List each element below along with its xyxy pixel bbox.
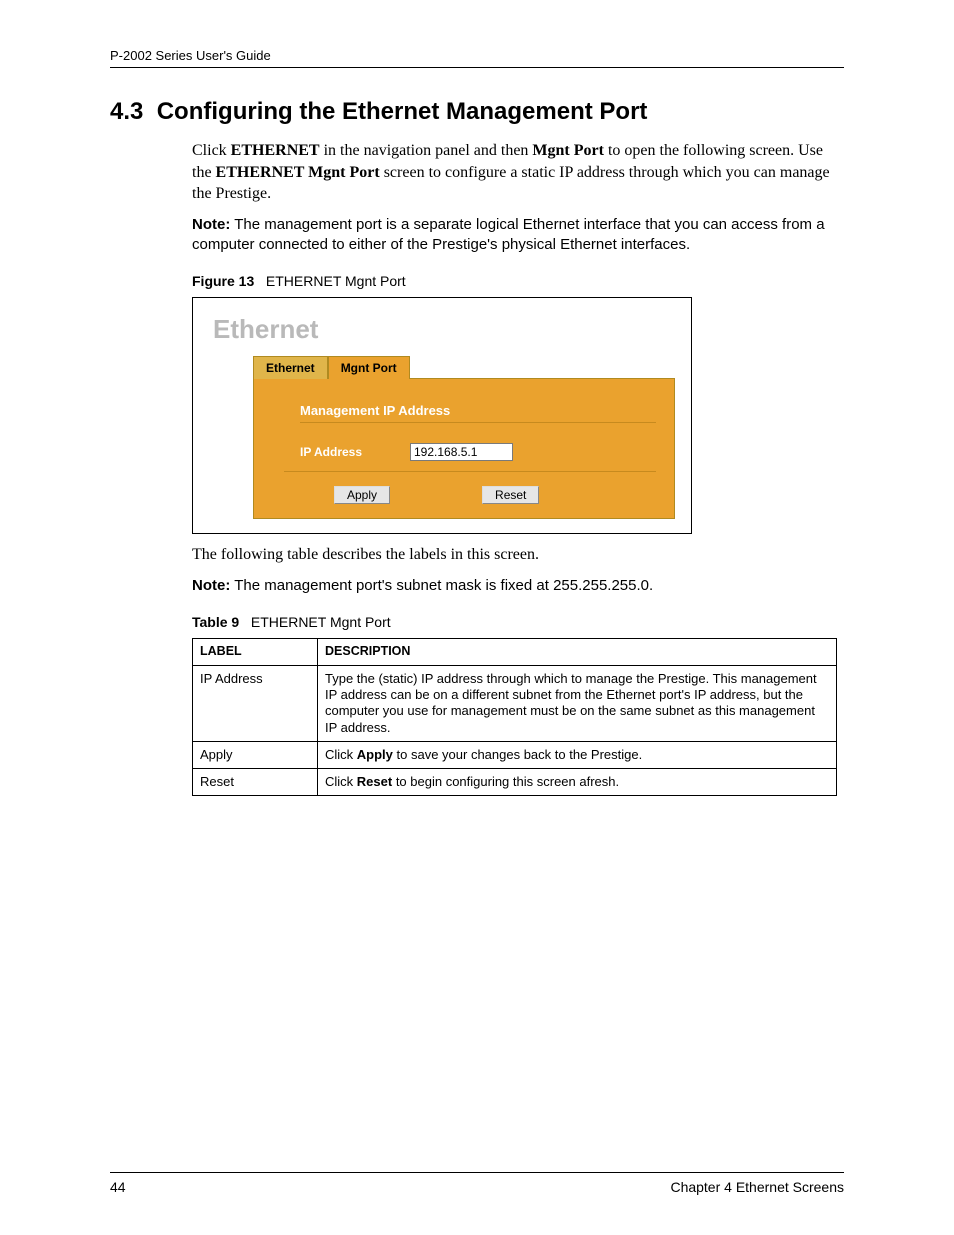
page-footer: 44 Chapter 4 Ethernet Screens	[110, 1172, 844, 1195]
cell-label: Reset	[193, 769, 318, 796]
guide-title: P-2002 Series User's Guide	[110, 48, 271, 63]
cell-desc: Click Apply to save your changes back to…	[318, 741, 837, 768]
text: to save your changes back to the Prestig…	[393, 747, 642, 762]
tab-ethernet[interactable]: Ethernet	[253, 356, 328, 379]
ip-address-row: IP Address	[284, 437, 656, 472]
th-label: LABEL	[193, 639, 318, 666]
figure-label: Figure 13	[192, 273, 254, 289]
th-description: DESCRIPTION	[318, 639, 837, 666]
text: in the navigation panel and then	[320, 142, 533, 159]
chapter-label: Chapter 4 Ethernet Screens	[670, 1179, 844, 1195]
table-header-row: LABEL DESCRIPTION	[193, 639, 837, 666]
section-title-text: Configuring the Ethernet Management Port	[157, 98, 648, 125]
bold-apply: Apply	[357, 747, 393, 762]
button-row: Apply Reset	[334, 486, 656, 504]
cell-desc: Click Reset to begin configuring this sc…	[318, 769, 837, 796]
section-heading: 4.3 Configuring the Ethernet Management …	[110, 98, 844, 126]
text: Click	[325, 774, 357, 789]
bold-mgnt-port: Mgnt Port	[532, 142, 604, 159]
table-row: Apply Click Apply to save your changes b…	[193, 741, 837, 768]
note-paragraph: Note: The management port is a separate …	[192, 215, 844, 256]
cell-label: Apply	[193, 741, 318, 768]
table-row: IP Address Type the (static) IP address …	[193, 665, 837, 741]
app-title: Ethernet	[213, 314, 677, 345]
page-header: P-2002 Series User's Guide	[110, 48, 844, 68]
bold-ethernet: ETHERNET	[231, 142, 320, 159]
tabs-row: Ethernet Mgnt Port	[253, 355, 677, 378]
cell-desc: Type the (static) IP address through whi…	[318, 665, 837, 741]
text: Click	[192, 142, 231, 159]
ip-address-label: IP Address	[300, 445, 410, 459]
table-label: Table 9	[192, 614, 239, 630]
intro-paragraph: Click ETHERNET in the navigation panel a…	[192, 140, 844, 205]
ip-address-input[interactable]	[410, 443, 513, 461]
cell-label: IP Address	[193, 665, 318, 741]
figure-caption: Figure 13 ETHERNET Mgnt Port	[192, 273, 844, 289]
note-label: Note:	[192, 216, 230, 233]
section-number: 4.3	[110, 98, 143, 125]
note-text: The management port's subnet mask is fix…	[230, 577, 653, 594]
bold-ethernet-mgnt-port: ETHERNET Mgnt Port	[216, 164, 380, 181]
reset-button[interactable]: Reset	[482, 486, 539, 504]
text: Click	[325, 747, 357, 762]
table-row: Reset Click Reset to begin configuring t…	[193, 769, 837, 796]
figure-screenshot: Ethernet Ethernet Mgnt Port Management I…	[192, 297, 692, 534]
apply-button[interactable]: Apply	[334, 486, 390, 504]
note-subnet: Note: The management port's subnet mask …	[192, 576, 844, 596]
table-caption: Table 9 ETHERNET Mgnt Port	[192, 614, 844, 630]
note-label: Note:	[192, 577, 230, 594]
panel-section-label: Management IP Address	[300, 403, 656, 423]
table-caption-text: ETHERNET Mgnt Port	[251, 614, 391, 630]
note-text: The management port is a separate logica…	[192, 216, 825, 253]
description-table: LABEL DESCRIPTION IP Address Type the (s…	[192, 638, 837, 796]
post-figure-paragraph: The following table describes the labels…	[192, 544, 844, 566]
bold-reset: Reset	[357, 774, 392, 789]
figure-caption-text: ETHERNET Mgnt Port	[266, 273, 406, 289]
page-number: 44	[110, 1179, 126, 1195]
tab-mgnt-port[interactable]: Mgnt Port	[328, 356, 410, 379]
text: to begin configuring this screen afresh.	[392, 774, 619, 789]
mgnt-port-panel: Management IP Address IP Address Apply R…	[253, 378, 675, 519]
